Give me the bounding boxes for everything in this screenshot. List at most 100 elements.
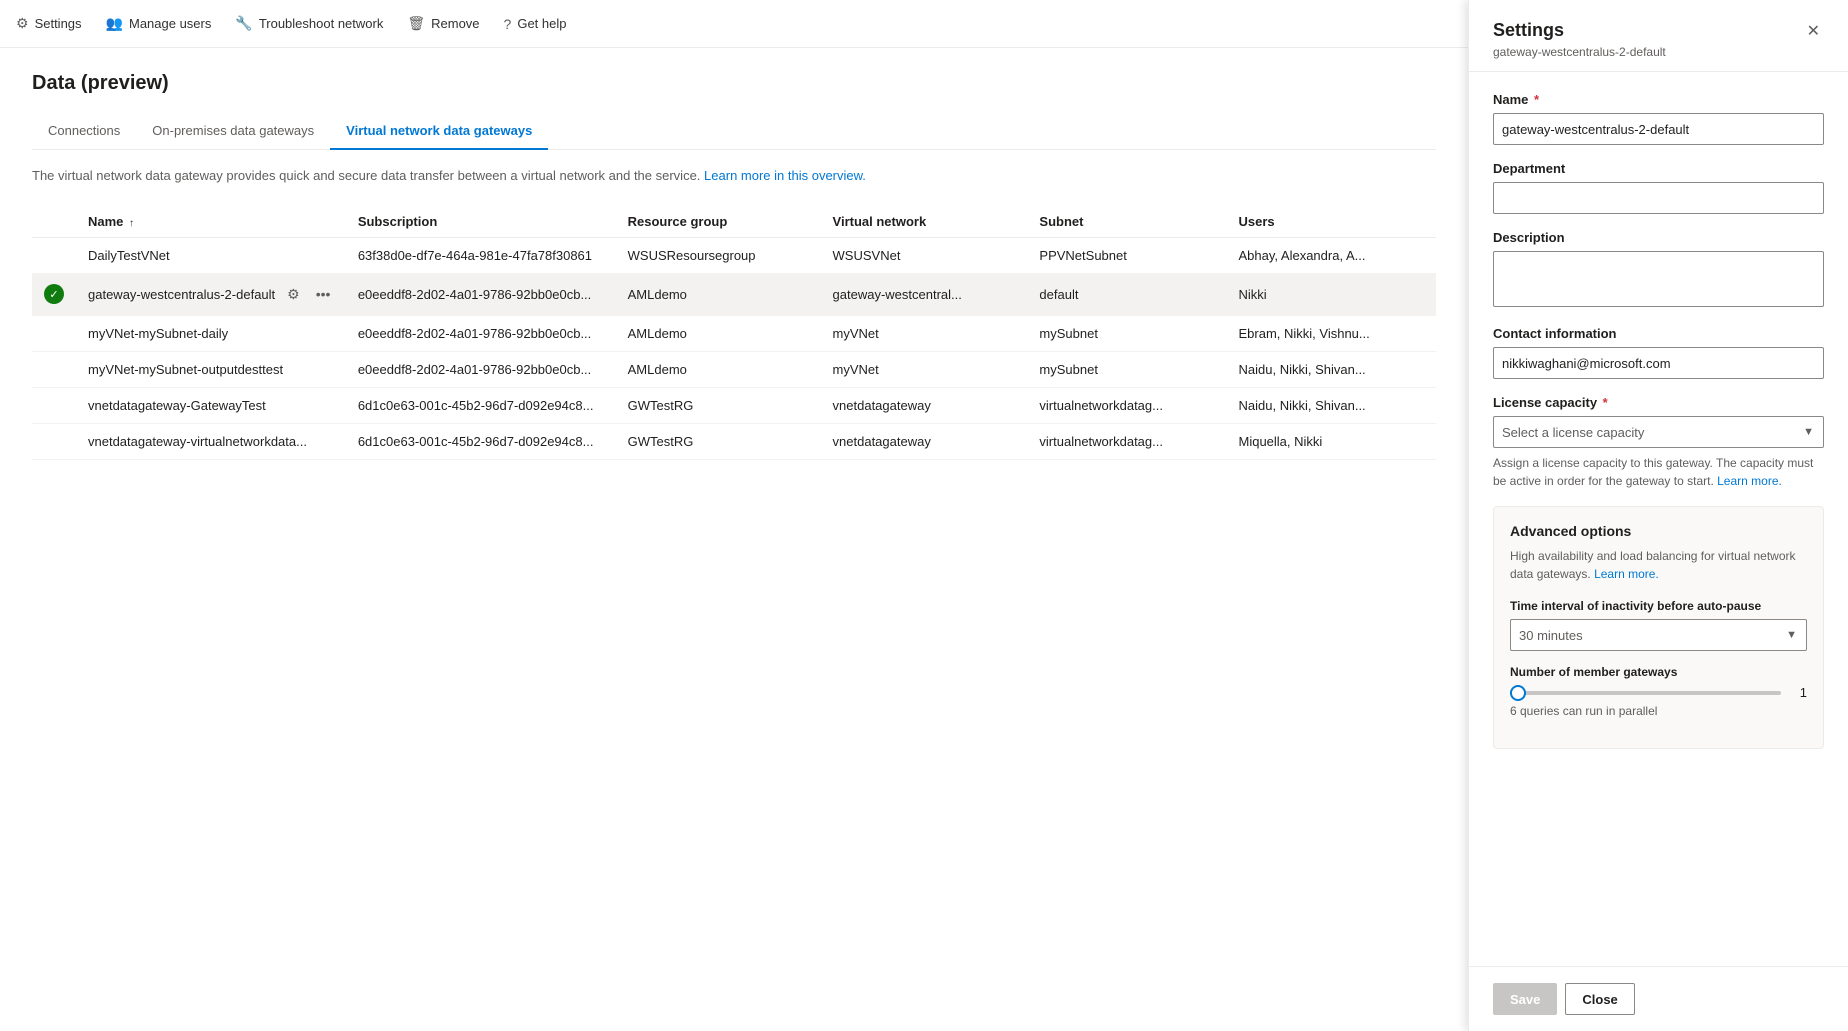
row-name: DailyTestVNet <box>76 237 346 273</box>
row-more-button[interactable]: ••• <box>312 284 335 304</box>
row-subnet: virtualnetworkdatag... <box>1027 387 1226 423</box>
row-subnet: mySubnet <box>1027 315 1226 351</box>
gateways-table: Name ↑ Subscription Resource group Virtu… <box>32 206 1436 460</box>
table-row[interactable]: DailyTestVNet63f38d0e-df7e-464a-981e-47f… <box>32 237 1436 273</box>
row-subscription: 6d1c0e63-001c-45b2-96d7-d092e94c8... <box>346 423 616 459</box>
row-subnet: default <box>1027 273 1226 315</box>
license-select-wrapper: Select a license capacity ▼ <box>1493 416 1824 448</box>
toolbar-get-help-label: Get help <box>517 16 566 31</box>
panel-footer: Save Close <box>1469 966 1848 1031</box>
row-virtual-network: WSUSVNet <box>821 237 1028 273</box>
row-status-cell <box>32 351 76 387</box>
row-subscription: e0eeddf8-2d02-4a01-9786-92bb0e0cb... <box>346 351 616 387</box>
panel-header: Settings gateway-westcentralus-2-default… <box>1469 0 1848 72</box>
table-row[interactable]: vnetdatagateway-GatewayTest6d1c0e63-001c… <box>32 387 1436 423</box>
member-gateways-group: Number of member gateways 1 6 queries ca… <box>1510 665 1807 718</box>
table-row[interactable]: ✓gateway-westcentralus-2-default⚙•••e0ee… <box>32 273 1436 315</box>
toolbar-get-help[interactable]: ? Get help <box>504 16 567 32</box>
contact-field-group: Contact information <box>1493 326 1824 379</box>
row-subscription: 6d1c0e63-001c-45b2-96d7-d092e94c8... <box>346 387 616 423</box>
row-resource-group: AMLdemo <box>616 351 821 387</box>
remove-icon: 🗑 <box>407 15 425 32</box>
row-subscription: 63f38d0e-df7e-464a-981e-47fa78f30861 <box>346 237 616 273</box>
license-select[interactable]: Select a license capacity <box>1493 416 1824 448</box>
table-row[interactable]: vnetdatagateway-virtualnetworkdata...6d1… <box>32 423 1436 459</box>
col-virtual-network: Virtual network <box>821 206 1028 238</box>
inactivity-select[interactable]: 15 minutes 30 minutes 1 hour 2 hours <box>1510 619 1807 651</box>
col-users: Users <box>1227 206 1437 238</box>
row-users: Miquella, Nikki <box>1227 423 1437 459</box>
col-icon <box>32 206 76 238</box>
description-textarea[interactable] <box>1493 251 1824 307</box>
row-name: vnetdatagateway-GatewayTest <box>76 387 346 423</box>
main-content: Data (preview) Connections On-premises d… <box>0 48 1468 1031</box>
help-icon: ? <box>504 16 512 32</box>
contact-label: Contact information <box>1493 326 1824 341</box>
row-subscription: e0eeddf8-2d02-4a01-9786-92bb0e0cb... <box>346 273 616 315</box>
toolbar-manage-users-label: Manage users <box>129 16 211 31</box>
member-gateways-slider[interactable] <box>1510 691 1781 695</box>
learn-more-link[interactable]: Learn more in this overview. <box>704 168 866 183</box>
description-field-group: Description <box>1493 230 1824 310</box>
advanced-learn-more-link[interactable]: Learn more. <box>1594 567 1659 581</box>
tab-connections[interactable]: Connections <box>32 115 136 150</box>
department-label: Department <box>1493 161 1824 176</box>
advanced-title: Advanced options <box>1510 523 1807 539</box>
tab-on-premises[interactable]: On-premises data gateways <box>136 115 330 150</box>
row-settings-button[interactable]: ⚙ <box>283 284 304 305</box>
tab-bar: Connections On-premises data gateways Vi… <box>32 115 1436 150</box>
troubleshoot-icon: 🔧 <box>235 15 252 32</box>
table-row[interactable]: myVNet-mySubnet-dailye0eeddf8-2d02-4a01-… <box>32 315 1436 351</box>
toolbar-manage-users[interactable]: 👥 Manage users <box>106 15 212 32</box>
row-name: gateway-westcentralus-2-default⚙••• <box>76 273 346 315</box>
status-check-icon: ✓ <box>44 284 64 304</box>
panel-title: Settings <box>1493 20 1666 41</box>
row-name: vnetdatagateway-virtualnetworkdata... <box>76 423 346 459</box>
toolbar-remove[interactable]: 🗑 Remove <box>407 15 479 32</box>
table-row[interactable]: myVNet-mySubnet-outputdestteste0eeddf8-2… <box>32 351 1436 387</box>
slider-wrapper: 1 <box>1510 685 1807 700</box>
row-subscription: e0eeddf8-2d02-4a01-9786-92bb0e0cb... <box>346 315 616 351</box>
license-learn-more-link[interactable]: Learn more. <box>1717 474 1782 488</box>
tab-virtual-network[interactable]: Virtual network data gateways <box>330 115 548 150</box>
license-label: License capacity * <box>1493 395 1824 410</box>
panel-body: Name * Department Description Contact in… <box>1469 72 1848 966</box>
panel-subtitle: gateway-westcentralus-2-default <box>1493 45 1666 59</box>
row-resource-group: AMLdemo <box>616 315 821 351</box>
row-users: Nikki <box>1227 273 1437 315</box>
row-resource-group: AMLdemo <box>616 273 821 315</box>
sort-icon: ↑ <box>129 218 134 229</box>
member-gateways-label: Number of member gateways <box>1510 665 1807 679</box>
row-users: Naidu, Nikki, Shivan... <box>1227 351 1437 387</box>
row-resource-group: GWTestRG <box>616 387 821 423</box>
row-resource-group: WSUSResoursegroup <box>616 237 821 273</box>
department-input[interactable] <box>1493 182 1824 214</box>
row-resource-group: GWTestRG <box>616 423 821 459</box>
toolbar-troubleshoot-label: Troubleshoot network <box>259 16 384 31</box>
name-input[interactable] <box>1493 113 1824 145</box>
save-button[interactable]: Save <box>1493 983 1557 1015</box>
settings-icon: ⚙ <box>16 15 29 32</box>
row-virtual-network: vnetdatagateway <box>821 387 1028 423</box>
row-virtual-network: myVNet <box>821 315 1028 351</box>
row-subnet: PPVNetSubnet <box>1027 237 1226 273</box>
settings-panel: Settings gateway-westcentralus-2-default… <box>1468 0 1848 1031</box>
name-label: Name * <box>1493 92 1824 107</box>
row-users: Abhay, Alexandra, A... <box>1227 237 1437 273</box>
name-field-group: Name * <box>1493 92 1824 145</box>
manage-users-icon: 👥 <box>106 15 123 32</box>
close-button[interactable]: Close <box>1565 983 1634 1015</box>
toolbar-settings[interactable]: ⚙ Settings <box>16 15 82 32</box>
toolbar-troubleshoot-network[interactable]: 🔧 Troubleshoot network <box>235 15 383 32</box>
row-users: Naidu, Nikki, Shivan... <box>1227 387 1437 423</box>
slider-value: 1 <box>1791 685 1807 700</box>
row-virtual-network: vnetdatagateway <box>821 423 1028 459</box>
col-subnet: Subnet <box>1027 206 1226 238</box>
advanced-options-section: Advanced options High availability and l… <box>1493 506 1824 749</box>
row-status-cell <box>32 387 76 423</box>
row-name: myVNet-mySubnet-outputdesttest <box>76 351 346 387</box>
close-panel-button[interactable]: ✕ <box>1803 20 1824 44</box>
license-field-group: License capacity * Select a license capa… <box>1493 395 1824 490</box>
contact-input[interactable] <box>1493 347 1824 379</box>
row-virtual-network: myVNet <box>821 351 1028 387</box>
